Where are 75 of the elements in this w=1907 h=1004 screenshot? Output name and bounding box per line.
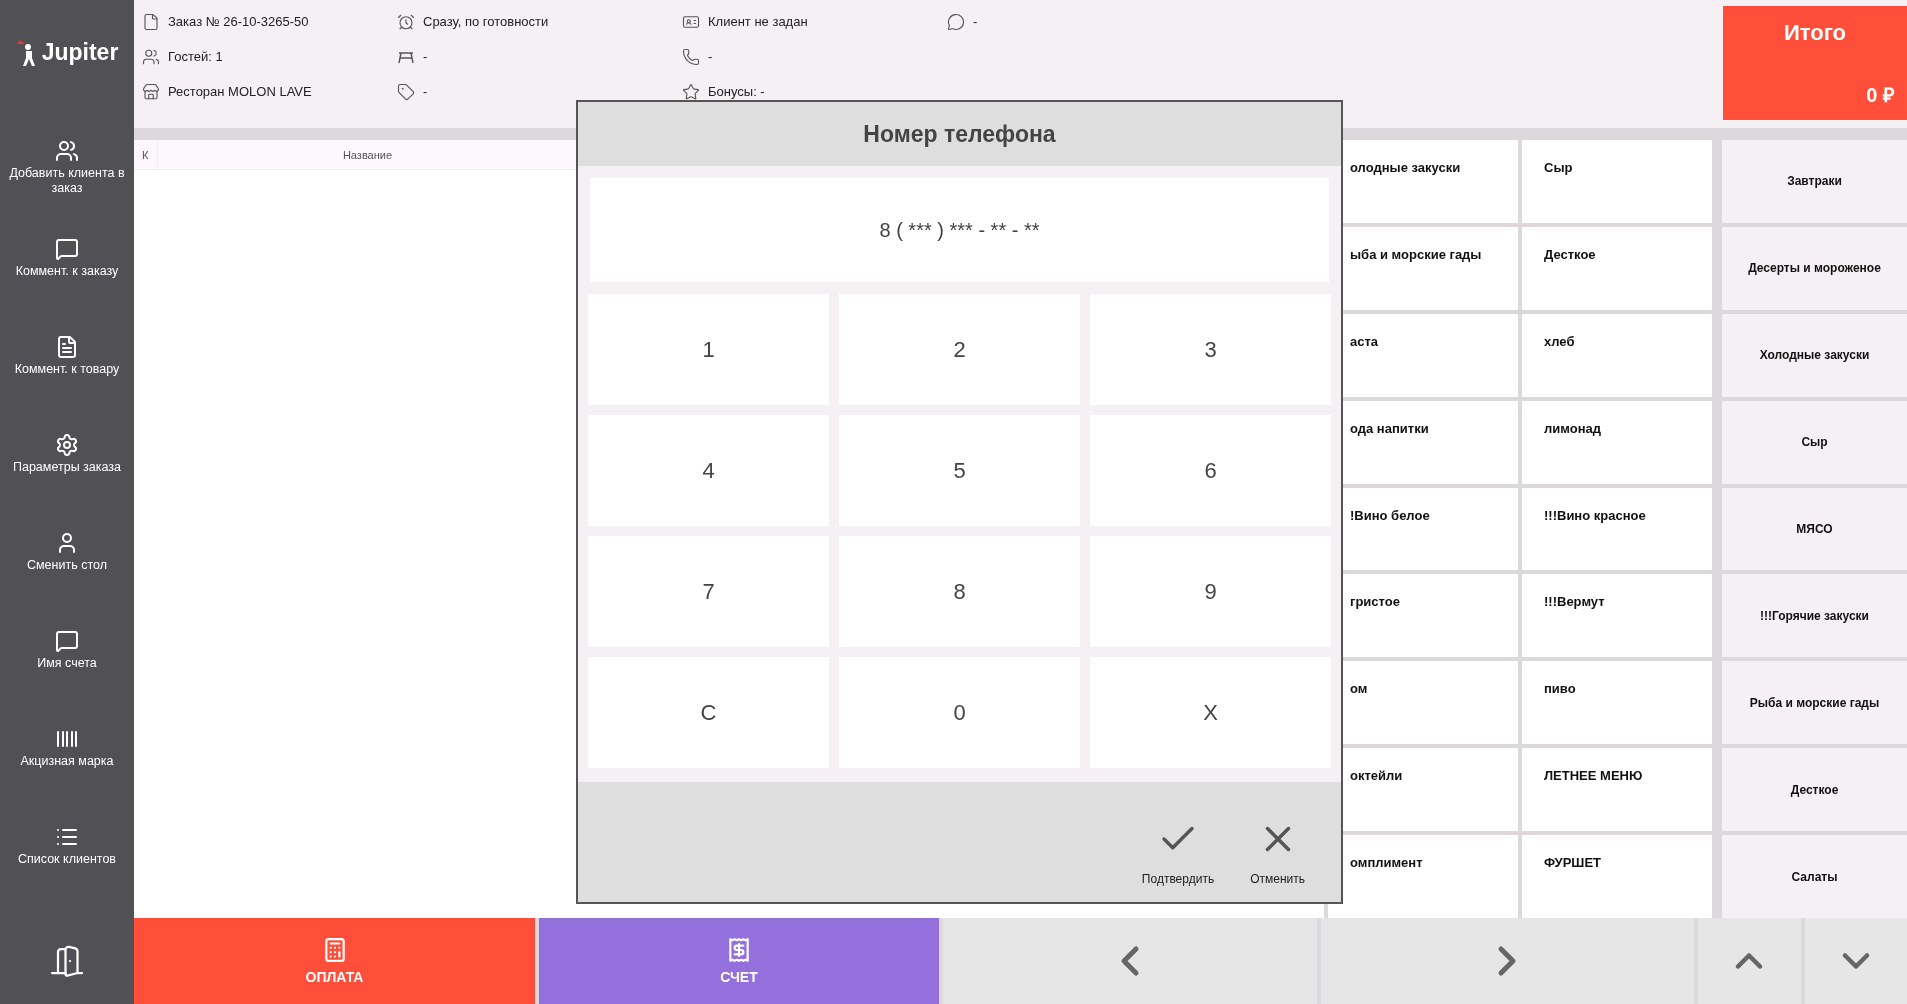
bill-button[interactable]: СЧЕТ [539, 918, 939, 1004]
phone-number-field[interactable]: 8 ( *** ) *** - ** - ** [590, 178, 1329, 282]
alarm-clock-icon [397, 12, 415, 31]
header-info-text: - [708, 49, 713, 64]
sidebar-item[interactable]: Параметры заказа [0, 427, 134, 525]
header-info-text: Ресторан MOLON LAVE [168, 84, 312, 99]
keypad-key[interactable]: C [588, 657, 829, 768]
total-amount: 0 ₽ [1865, 83, 1895, 108]
keypad-key[interactable]: 4 [588, 415, 829, 526]
people-icon [142, 47, 160, 66]
product-group-tile[interactable]: Десткое [1522, 226, 1712, 310]
category-tile[interactable]: Холодные закуски [1722, 313, 1907, 397]
category-tile[interactable]: Рыба и морские гады [1722, 661, 1907, 745]
store-icon [142, 82, 160, 101]
previous-page-button[interactable] [943, 918, 1317, 1004]
header-info-text: Бонусы: - [708, 84, 765, 99]
header-info-text: Гостей: 1 [168, 49, 223, 64]
keypad-key[interactable]: 6 [1090, 415, 1331, 526]
sidebar-item[interactable]: Сменить стол [0, 525, 134, 623]
sidebar-item[interactable]: Акцизная марка [0, 721, 134, 819]
header-info-text: - [423, 84, 428, 99]
category-tile[interactable]: Сыр [1722, 400, 1907, 484]
sidebar-item[interactable]: Коммент. к заказу [0, 231, 134, 329]
confirm-button[interactable]: Подтвердить [1135, 817, 1221, 887]
sidebar-item[interactable]: Коммент. к товару [0, 329, 134, 427]
total-label: Итого [1782, 20, 1847, 46]
sidebar-item[interactable]: Список клиентов [0, 819, 134, 917]
keypad-key[interactable]: 3 [1090, 294, 1331, 405]
next-page-button[interactable] [1320, 918, 1695, 1004]
sidebar-item[interactable]: Имя счета [0, 623, 134, 721]
keypad-key[interactable]: 2 [839, 294, 1080, 405]
header-info-text: - [423, 49, 428, 64]
category-tile[interactable]: Десткое [1722, 748, 1907, 832]
product-group-tile[interactable]: ФУРШЕТ [1522, 835, 1712, 918]
keypad-key[interactable]: 8 [839, 536, 1080, 647]
header-info-text: Заказ № 26-10-3265-50 [168, 14, 309, 29]
product-group-tile[interactable]: !!!Вермут [1522, 574, 1712, 658]
receipt-icon [726, 937, 752, 963]
keypad-key[interactable]: X [1090, 657, 1331, 768]
users-icon [55, 139, 79, 163]
logo-text: Jupiter [41, 39, 119, 66]
product-group-tile[interactable]: !!!Вино красное [1522, 487, 1712, 571]
product-group-tile[interactable]: Сыр [1522, 140, 1712, 223]
product-group-tile[interactable]: ЛЕТНЕЕ МЕНЮ [1522, 748, 1712, 832]
category-tile[interactable]: Завтраки [1722, 140, 1907, 223]
settings-icon [55, 433, 79, 457]
category-tile[interactable]: Десерты и мороженое [1722, 226, 1907, 310]
cancel-button[interactable]: Отменить [1244, 817, 1311, 887]
document-icon [142, 12, 160, 31]
header-info-text: Клиент не задан [708, 14, 808, 29]
keypad-key[interactable]: 1 [588, 294, 829, 405]
product-group-tile[interactable]: хлеб [1522, 313, 1712, 397]
category-tile[interactable]: Салаты [1722, 835, 1907, 918]
scroll-up-button[interactable] [1698, 918, 1801, 1004]
header-info-text: - [973, 14, 978, 29]
dialog-title: Номер телефона [578, 102, 1341, 166]
keypad-key[interactable]: 5 [839, 415, 1080, 526]
column-header: К [134, 140, 158, 169]
document-icon [55, 335, 79, 359]
keypad-key[interactable]: 9 [1090, 536, 1331, 647]
scroll-down-button[interactable] [1804, 918, 1907, 1004]
phone-icon [682, 47, 700, 66]
sidebar-item[interactable]: Добавить клиента в заказ [0, 133, 134, 231]
product-group-tile[interactable]: пиво [1522, 661, 1712, 745]
header-info-text: Сразу, по готовности [423, 14, 549, 29]
speech-bubble-icon [55, 237, 79, 261]
keypad-key[interactable]: 0 [839, 657, 1080, 768]
speech-bubble-icon [55, 629, 79, 653]
product-group-tile[interactable]: омплимент [1328, 835, 1518, 918]
tag-icon [397, 82, 415, 101]
speech-bubble-icon [947, 12, 965, 31]
keypad-key[interactable]: 7 [588, 536, 829, 647]
category-tile[interactable]: !!!Горячие закуски [1722, 574, 1907, 658]
category-tile[interactable]: МЯСО [1722, 487, 1907, 571]
product-group-tile[interactable]: лимонад [1522, 400, 1712, 484]
